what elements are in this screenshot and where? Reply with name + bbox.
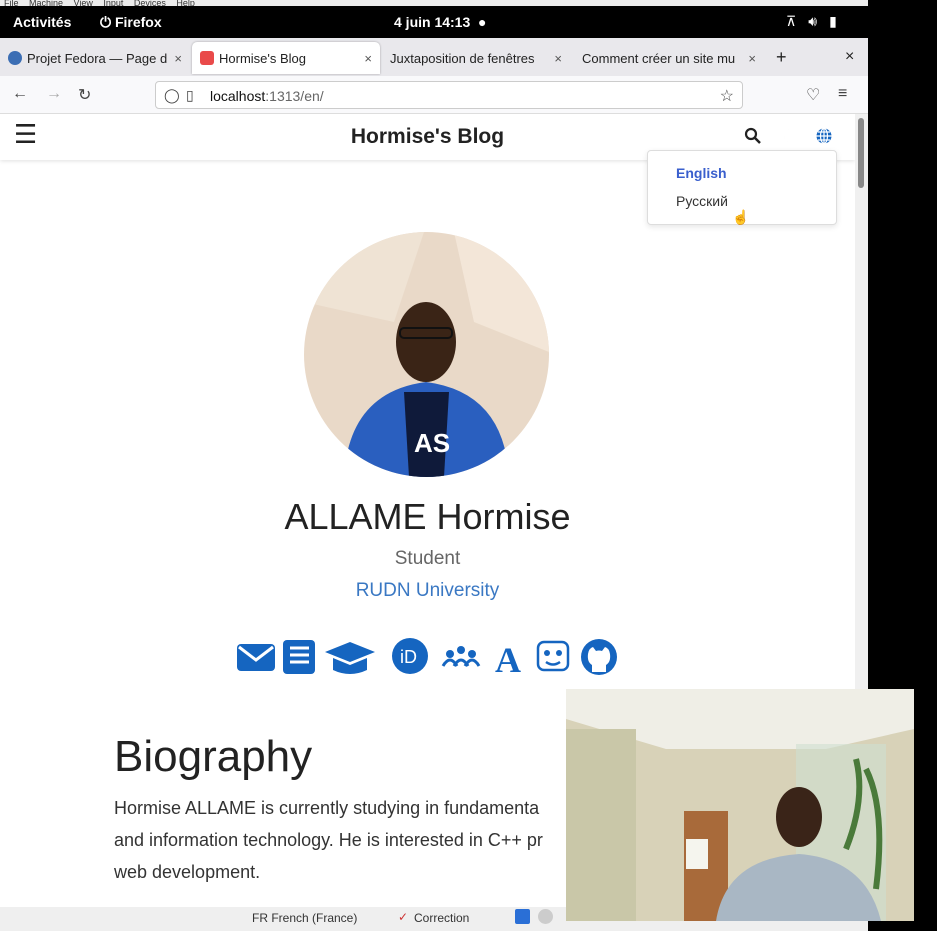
webcam-overlay bbox=[566, 689, 914, 921]
svg-text:iD: iD bbox=[400, 647, 417, 667]
keyboard-language-indicator[interactable]: FR French (France) bbox=[252, 911, 357, 925]
correction-button[interactable]: Correction bbox=[414, 911, 469, 925]
tray-app-icon[interactable] bbox=[515, 909, 530, 924]
reload-icon[interactable]: ↻ bbox=[78, 85, 91, 105]
tab-label: Juxtaposition de fenêtres bbox=[390, 50, 535, 66]
app-name: Firefox bbox=[114, 14, 162, 30]
activities-button[interactable]: Activités bbox=[13, 14, 71, 30]
url-text: localhost:1313/en/ bbox=[210, 88, 324, 104]
shield-icon[interactable]: ◯ bbox=[164, 87, 180, 104]
language-globe-icon[interactable] bbox=[815, 127, 833, 145]
spellcheck-icon: ✓ bbox=[398, 910, 409, 924]
fedora-icon bbox=[8, 51, 22, 65]
system-tray[interactable]: ⊼ 🔊︎ ▮ bbox=[786, 13, 837, 30]
search-icon[interactable] bbox=[744, 127, 762, 145]
new-tab-button[interactable]: + bbox=[776, 47, 787, 68]
graduation-cap-icon[interactable] bbox=[325, 642, 375, 674]
url-bar[interactable]: ◯ ▯ localhost:1313/en/ ☆ bbox=[155, 81, 743, 109]
blog-favicon-icon bbox=[200, 51, 214, 65]
close-icon[interactable]: × bbox=[748, 51, 756, 66]
close-icon[interactable]: × bbox=[364, 51, 372, 66]
orcid-icon[interactable]: iD bbox=[392, 638, 428, 674]
language-option-english[interactable]: English bbox=[676, 165, 727, 181]
menu-icon[interactable]: ≡ bbox=[838, 85, 847, 103]
gnome-top-bar: Activités ⏻ Firefox 4 juin 14:13 ● ⊼ 🔊︎ ▮ bbox=[0, 6, 868, 38]
github-icon[interactable] bbox=[581, 639, 617, 675]
language-option-russian[interactable]: Русский bbox=[676, 193, 728, 209]
svg-text:A: A bbox=[495, 640, 521, 676]
tab-strip: Projet Fedora — Page d × Hormise's Blog × … bbox=[0, 38, 868, 76]
dark-mode-moon-icon[interactable] bbox=[780, 127, 796, 145]
hand-cursor-icon: ☝ bbox=[732, 209, 750, 225]
close-icon[interactable]: × bbox=[174, 51, 182, 66]
site-title[interactable]: Hormise's Blog bbox=[0, 125, 855, 149]
app-menu[interactable]: ⏻ Firefox bbox=[100, 14, 162, 31]
forward-icon[interactable]: → bbox=[46, 85, 62, 103]
biography-heading: Biography bbox=[114, 732, 313, 781]
social-links: iD A bbox=[235, 636, 625, 680]
url-path: :1313/en/ bbox=[265, 88, 324, 104]
firefox-icon: ⏻ bbox=[100, 14, 112, 30]
avatar: AS bbox=[304, 232, 549, 477]
clock-text: 4 juin 14:13 bbox=[394, 14, 471, 30]
email-icon[interactable] bbox=[237, 644, 275, 671]
scroll-thumb[interactable] bbox=[858, 118, 864, 188]
author-role: Student bbox=[394, 548, 461, 569]
page-icon: ▯ bbox=[186, 87, 194, 103]
author-name: ALLAME Hormise bbox=[284, 496, 571, 537]
author-affiliation-link[interactable]: RUDN University bbox=[0, 580, 855, 602]
back-icon[interactable]: ← bbox=[12, 85, 28, 103]
battery-icon: ▮ bbox=[829, 13, 837, 29]
language-dropdown: English Русский ☝ bbox=[647, 150, 837, 225]
academia-icon[interactable]: A bbox=[495, 640, 521, 680]
network-icon: ⊼ bbox=[786, 13, 797, 29]
volume-icon: 🔊︎ bbox=[808, 13, 818, 29]
bookmark-star-icon[interactable]: ☆ bbox=[720, 86, 734, 106]
close-icon[interactable]: × bbox=[554, 51, 562, 66]
nav-toolbar: ← → ↻ ◯ ▯ localhost:1313/en/ ☆ ♡ ≡ bbox=[0, 76, 868, 114]
tab-label: Hormise's Blog bbox=[219, 50, 307, 66]
url-host: localhost bbox=[210, 88, 266, 104]
webcam-video bbox=[566, 689, 914, 921]
pocket-icon[interactable]: ♡ bbox=[806, 85, 820, 105]
tab-juxtaposition[interactable]: Juxtaposition de fenêtres × bbox=[382, 42, 570, 74]
cv-book-icon[interactable] bbox=[283, 640, 315, 674]
tab-comment-creer[interactable]: Comment créer un site mu × bbox=[574, 42, 764, 74]
avatar-photo: AS bbox=[304, 232, 549, 477]
tray-status-icon[interactable] bbox=[538, 909, 553, 924]
shirt-logo: AS bbox=[414, 428, 450, 458]
academic-face-icon[interactable] bbox=[536, 640, 570, 672]
tab-fedora[interactable]: Projet Fedora — Page d × bbox=[0, 42, 190, 74]
tab-hormise-blog[interactable]: Hormise's Blog × bbox=[192, 42, 380, 74]
tab-label: Comment créer un site mu bbox=[582, 50, 736, 66]
researchgate-icon[interactable] bbox=[441, 646, 481, 667]
clock[interactable]: 4 juin 14:13 ● bbox=[394, 14, 487, 30]
tab-label: Projet Fedora — Page d bbox=[27, 50, 168, 66]
close-window-icon[interactable]: × bbox=[845, 48, 854, 66]
